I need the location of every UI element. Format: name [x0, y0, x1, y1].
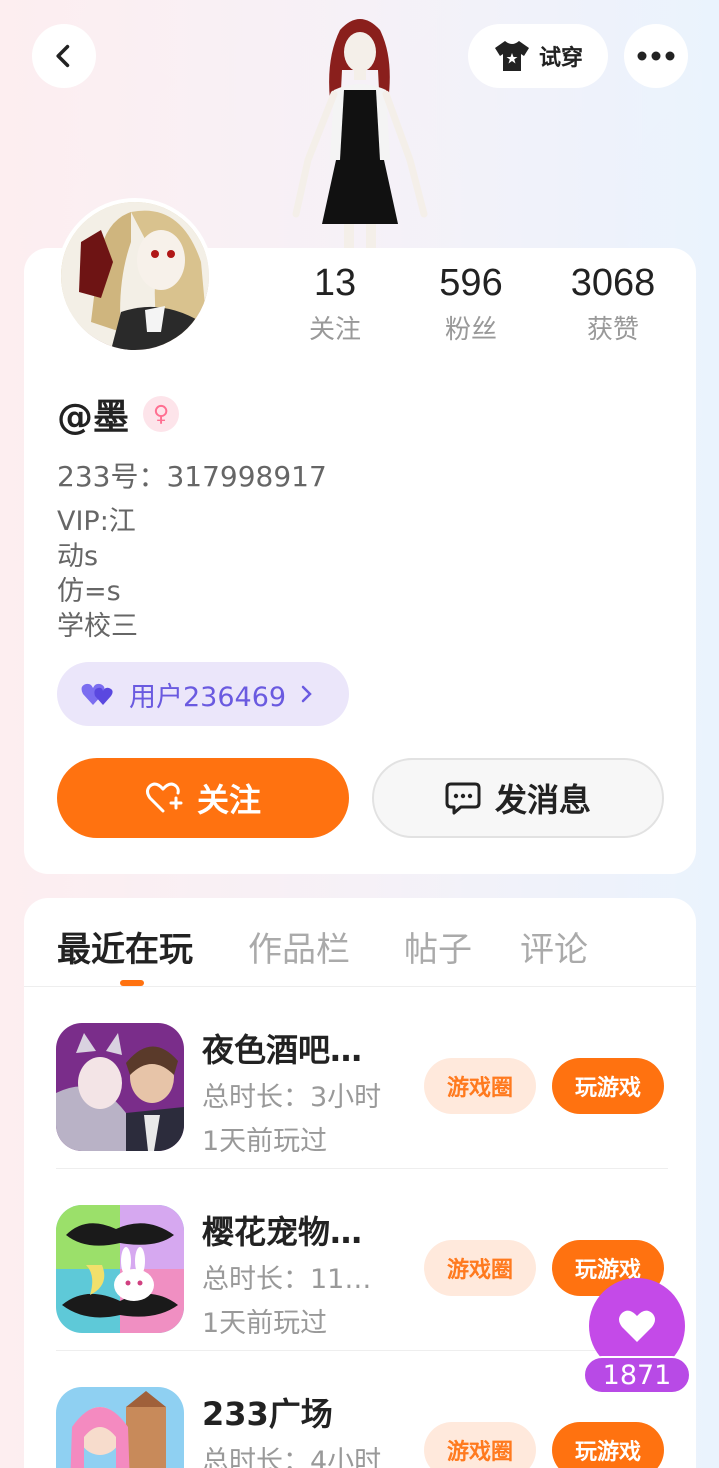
- profile-avatar[interactable]: [57, 198, 213, 354]
- stat-fans-label: 粉丝: [444, 315, 497, 345]
- stat-likes-label: 获赞: [586, 315, 639, 345]
- bio-line: VIP:江: [57, 506, 136, 537]
- double-heart-icon: [81, 683, 113, 705]
- game-name: 夜色酒吧…: [202, 1031, 363, 1069]
- more-dots-icon: [637, 51, 675, 61]
- game-list-item[interactable]: 233广场 总时长：4小时 游戏圈 玩游戏: [56, 1351, 668, 1468]
- bio: VIP:江 动s 仿=s 学校三: [57, 504, 138, 644]
- try-on-button[interactable]: 试穿: [468, 24, 608, 88]
- tab-posts[interactable]: 帖子: [404, 922, 472, 971]
- heart-plus-icon: [145, 782, 183, 813]
- stat-likes[interactable]: 3068 获赞: [543, 262, 683, 346]
- chevron-right-icon: [301, 685, 312, 703]
- game-last-played: 1天前玩过: [202, 1308, 328, 1339]
- stat-following-value: 13: [313, 262, 357, 304]
- back-button[interactable]: [32, 24, 96, 88]
- game-list-item[interactable]: 樱花宠物… 总时长：11… 1天前玩过 游戏圈 玩游戏: [56, 1169, 668, 1351]
- more-options-button[interactable]: [624, 24, 688, 88]
- avatar-3d-figure[interactable]: [270, 10, 450, 250]
- game-name: 233广场: [202, 1395, 333, 1433]
- back-arrow-icon: [56, 44, 70, 68]
- like-count-badge: 1871: [583, 1356, 691, 1394]
- stat-following-label: 关注: [308, 315, 361, 345]
- game-duration: 总时长：11…: [202, 1264, 372, 1295]
- bio-line: 动s: [57, 541, 99, 572]
- guild-name: 用户236469: [129, 681, 287, 713]
- follow-button[interactable]: 关注: [57, 758, 349, 838]
- play-game-button[interactable]: 玩游戏: [552, 1058, 664, 1114]
- tshirt-icon: [494, 41, 529, 71]
- game-icon-233-plaza[interactable]: [56, 1387, 184, 1468]
- game-last-played: 1天前玩过: [202, 1126, 328, 1157]
- game-circle-button[interactable]: 游戏圈: [424, 1422, 536, 1468]
- game-icon-nightbar[interactable]: [56, 1023, 184, 1151]
- username-row: @墨 ♀: [57, 388, 180, 440]
- game-icon-sakura-pet[interactable]: [56, 1205, 184, 1333]
- stat-likes-value: 3068: [570, 262, 656, 304]
- tab-works[interactable]: 作品栏: [248, 922, 350, 971]
- play-game-button[interactable]: 玩游戏: [552, 1422, 664, 1468]
- send-message-label: 发消息: [494, 781, 591, 819]
- tab-recently-played[interactable]: 最近在玩: [57, 922, 193, 971]
- game-duration: 总时长：4小时: [202, 1446, 382, 1468]
- chat-bubble-icon: [445, 782, 481, 815]
- game-circle-button[interactable]: 游戏圈: [424, 1058, 536, 1114]
- stat-fans[interactable]: 596 粉丝: [401, 262, 541, 346]
- stat-following[interactable]: 13 关注: [265, 262, 405, 346]
- username: @墨: [57, 397, 130, 438]
- bio-line: 仿=s: [57, 576, 121, 607]
- user-id: 233号：317998917: [57, 460, 327, 493]
- game-circle-button[interactable]: 游戏圈: [424, 1240, 536, 1296]
- heart-icon: [619, 1310, 655, 1342]
- game-list-item[interactable]: 夜色酒吧… 总时长：3小时 1天前玩过 游戏圈 玩游戏: [56, 987, 668, 1169]
- game-name: 樱花宠物…: [202, 1213, 363, 1251]
- stat-fans-value: 596: [439, 262, 503, 304]
- game-duration: 总时长：3小时: [202, 1082, 382, 1113]
- bio-line: 学校三: [57, 611, 138, 642]
- guild-pill[interactable]: 用户236469: [57, 662, 349, 726]
- send-message-button[interactable]: 发消息: [372, 758, 664, 838]
- try-on-label: 试穿: [538, 46, 583, 71]
- follow-label: 关注: [196, 781, 261, 819]
- tab-comments[interactable]: 评论: [520, 922, 588, 971]
- female-gender-icon: ♀: [143, 396, 180, 432]
